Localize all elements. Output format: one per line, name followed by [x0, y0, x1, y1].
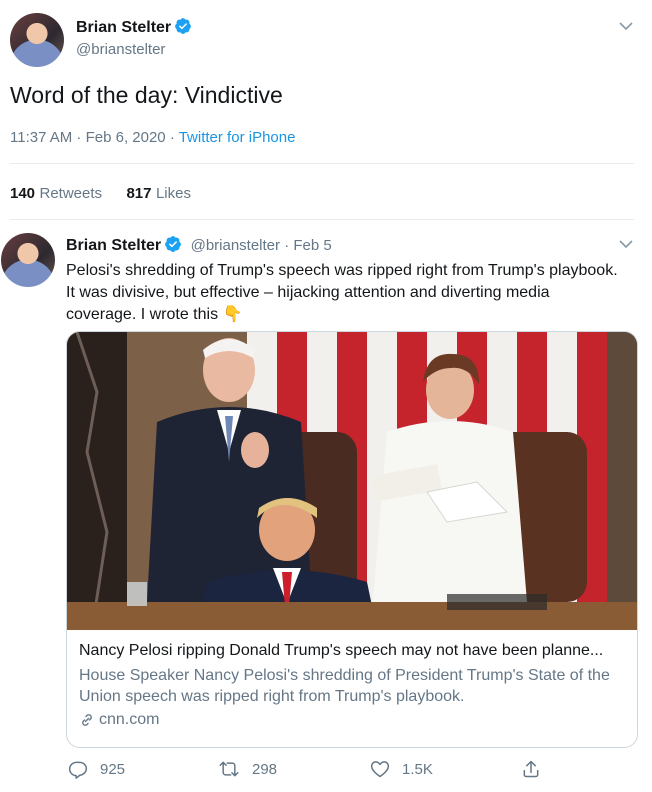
tweet-timestamp-row: 11:37 AM · Feb 6, 2020 · Twitter for iPh… [10, 129, 295, 146]
reply-body: Pelosi's shredding of Trump's speech was… [66, 262, 618, 323]
card-title: Nancy Pelosi ripping Donald Trump's spee… [79, 642, 604, 659]
reply-action[interactable]: 925 [68, 758, 125, 780]
retweet-icon [219, 761, 239, 777]
card-domain: cnn.com [99, 711, 160, 728]
reply-count: 925 [100, 760, 126, 778]
divider [10, 219, 634, 220]
retweets-label: Retweets [39, 185, 103, 202]
link-card[interactable]: Nancy Pelosi ripping Donald Trump's spee… [66, 331, 638, 748]
heart-icon [370, 761, 390, 778]
like-action[interactable]: 1.5K [370, 758, 433, 780]
tweet-source-link[interactable]: Twitter for iPhone [179, 129, 296, 146]
verified-badge-icon [164, 235, 182, 258]
retweet-count: 298 [252, 760, 278, 778]
reply-icon [68, 761, 88, 779]
retweets-stat[interactable]: 140 Retweets [10, 185, 102, 202]
link-icon [82, 714, 92, 726]
likes-label: Likes [155, 185, 191, 202]
reply-author-handle[interactable]: @brianstelter [191, 237, 280, 254]
retweets-count: 140 [10, 185, 36, 202]
reply-options-chevron-icon[interactable] [618, 236, 634, 257]
card-domain-row: cnn.com [79, 711, 627, 729]
author-handle[interactable]: @brianstelter [76, 41, 165, 58]
likes-count: 817 [126, 185, 152, 202]
tweet-options-chevron-icon[interactable] [618, 18, 634, 39]
reply-text: Pelosi's shredding of Trump's speech was… [66, 260, 621, 326]
card-text: Nancy Pelosi ripping Donald Trump's spee… [79, 640, 627, 729]
likes-stat[interactable]: 817 Likes [126, 185, 191, 202]
card-description: House Speaker Nancy Pelosi's shredding o… [79, 667, 610, 705]
retweet-action[interactable]: 298 [218, 758, 277, 780]
reply-date[interactable]: · Feb 5 [280, 237, 332, 254]
like-count: 1.5K [402, 760, 433, 778]
share-icon [523, 760, 539, 778]
reply-author-avatar[interactable] [1, 233, 55, 287]
author-name[interactable]: Brian Stelter [76, 19, 171, 36]
reply-author-name[interactable]: Brian Stelter [66, 237, 161, 254]
tweet-time[interactable]: 11:37 AM · Feb 6, 2020 · [10, 129, 179, 146]
reply-header: Brian Stelter @brianstelter · Feb 5 [66, 235, 332, 258]
tweet-stats: 140 Retweets 817 Likes [10, 185, 191, 203]
author-name-row[interactable]: Brian Stelter [76, 17, 192, 40]
pointing-down-emoji-icon: 👇 [222, 306, 243, 323]
divider [10, 163, 634, 164]
card-image [67, 332, 637, 630]
tweet-text: Word of the day: Vindictive [10, 82, 283, 108]
verified-badge-icon [174, 17, 192, 40]
author-avatar[interactable] [10, 13, 64, 67]
share-action[interactable] [521, 758, 553, 780]
